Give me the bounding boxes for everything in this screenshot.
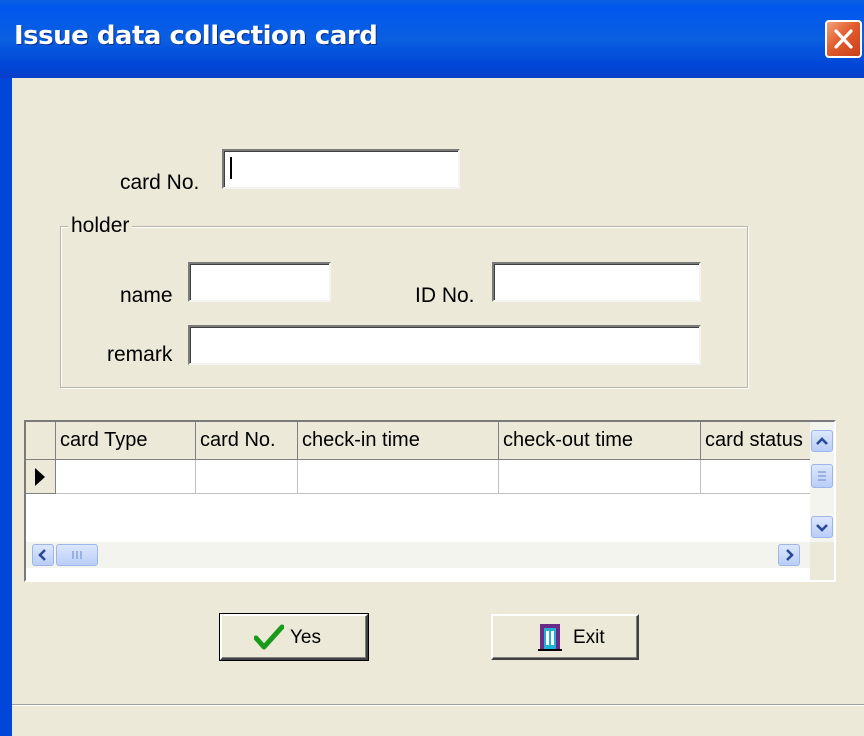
chevron-right-icon <box>786 549 794 561</box>
current-row-arrow-icon <box>35 468 45 486</box>
card-no-label: card No. <box>120 171 200 194</box>
id-no-input-box <box>492 262 701 302</box>
column-header-card-type[interactable]: card Type <box>56 422 196 460</box>
chevron-left-icon <box>38 549 46 561</box>
text-caret <box>230 157 232 179</box>
window-title: Issue data collection card <box>14 21 378 51</box>
holder-group-label: holder <box>68 214 133 238</box>
window-frame-left <box>0 78 12 736</box>
exit-button[interactable]: Exit <box>491 614 639 660</box>
cell-check-out-time[interactable] <box>499 460 701 494</box>
dialog-window: Issue data collection card card No. hold… <box>0 0 864 736</box>
id-no-label: ID No. <box>415 284 475 307</box>
vertical-scrollbar[interactable] <box>810 422 834 542</box>
grip-icon <box>818 471 826 481</box>
row-indicator <box>26 460 56 494</box>
horizontal-scrollbar[interactable] <box>26 542 810 568</box>
yes-button-label: Yes <box>290 627 321 648</box>
cell-card-status[interactable] <box>701 460 811 494</box>
cell-check-in-time[interactable] <box>298 460 499 494</box>
close-icon <box>834 29 853 49</box>
chevron-down-icon <box>816 524 828 532</box>
column-header-card-status[interactable]: card status <box>701 422 811 460</box>
scroll-left-button[interactable] <box>32 544 54 566</box>
card-no-input[interactable] <box>224 151 458 187</box>
exit-door-icon <box>538 624 562 651</box>
card-data-grid[interactable]: card Type card No. check-in time check-o… <box>24 420 836 582</box>
scroll-up-button[interactable] <box>811 430 833 452</box>
cell-card-type[interactable] <box>56 460 196 494</box>
vertical-scroll-thumb[interactable] <box>811 464 833 488</box>
status-divider <box>12 704 864 706</box>
scrollbar-corner <box>810 542 834 580</box>
column-header-check-out-time[interactable]: check-out time <box>499 422 701 460</box>
table-row[interactable] <box>26 460 811 494</box>
name-label: name <box>120 284 173 307</box>
title-bar[interactable]: Issue data collection card <box>0 0 864 78</box>
scroll-down-button[interactable] <box>811 516 833 538</box>
column-header-card-no[interactable]: card No. <box>196 422 298 460</box>
remark-input-box <box>188 325 701 365</box>
card-no-input-box <box>222 149 460 189</box>
name-input[interactable] <box>190 264 329 300</box>
scroll-right-button[interactable] <box>778 544 800 566</box>
grid-corner-cell <box>26 422 56 460</box>
chevron-up-icon <box>816 437 828 445</box>
id-no-input[interactable] <box>494 264 699 300</box>
yes-button[interactable]: Yes <box>219 613 369 661</box>
cell-card-no[interactable] <box>196 460 298 494</box>
name-input-box <box>188 262 331 302</box>
close-button[interactable] <box>825 20 862 58</box>
grid-header-row: card Type card No. check-in time check-o… <box>26 422 811 460</box>
remark-input[interactable] <box>190 327 699 363</box>
column-header-check-in-time[interactable]: check-in time <box>298 422 499 460</box>
grip-icon <box>72 551 82 559</box>
checkmark-icon <box>254 624 284 650</box>
horizontal-scroll-thumb[interactable] <box>56 544 98 566</box>
remark-label: remark <box>107 343 173 366</box>
exit-button-label: Exit <box>573 627 605 648</box>
